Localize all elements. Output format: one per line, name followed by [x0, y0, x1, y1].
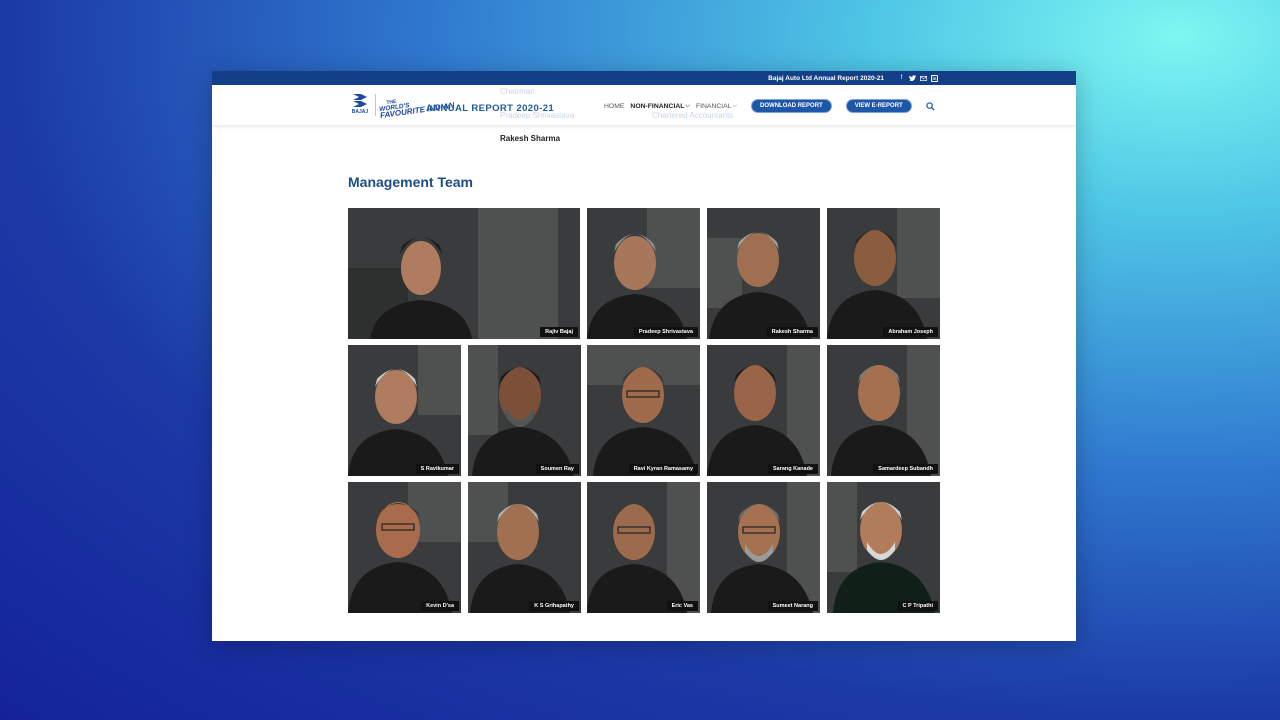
- team-member-name: Samardeep Subandh: [873, 464, 938, 474]
- team-member-card[interactable]: Eric Vas: [587, 482, 700, 613]
- faded-chairman-text: Chairman: [500, 87, 535, 96]
- team-member-name: C P Tripathi: [897, 601, 938, 611]
- chevron-down-icon: ⌵: [732, 102, 738, 109]
- portrait-image: [827, 230, 927, 339]
- team-member-name: Kevin D'sa: [421, 601, 459, 611]
- team-member-card[interactable]: K S Grihapathy: [468, 482, 581, 613]
- portrait-image: [472, 367, 574, 476]
- team-member-card[interactable]: Ravi Kyran Ramasamy: [587, 345, 700, 476]
- team-member-card[interactable]: Rakesh Sharma: [707, 208, 820, 339]
- nav-home[interactable]: HOME: [604, 103, 624, 110]
- search-icon[interactable]: [926, 101, 936, 111]
- team-member-name: Rajiv Bajaj: [540, 327, 578, 337]
- view-e-report-button[interactable]: VIEW E-REPORT: [845, 99, 912, 113]
- team-member-card[interactable]: Abraham Joseph: [827, 208, 940, 339]
- team-member-card[interactable]: Pradeep Shrivastava: [587, 208, 700, 339]
- team-member-name: S Ravikumar: [415, 464, 459, 474]
- team-member-card[interactable]: S Ravikumar: [348, 345, 461, 476]
- team-member-card[interactable]: C P Tripathi: [827, 482, 940, 613]
- download-report-button[interactable]: DOWNLOAD REPORT: [751, 99, 832, 113]
- nav-non-financial[interactable]: NON-FINANCIAL ⌵: [630, 103, 690, 110]
- portrait-image: [593, 367, 697, 476]
- logo-divider: [375, 94, 376, 116]
- portrait-image: [587, 234, 687, 339]
- portrait-image: [370, 237, 472, 339]
- portrait-image: [470, 504, 570, 613]
- bajaj-emblem-icon: BAJAJ: [348, 93, 372, 117]
- twitter-icon[interactable]: [909, 75, 916, 82]
- section-title: Management Team: [348, 174, 473, 190]
- team-member-name: Sumeet Narang: [767, 601, 818, 611]
- nav-financial-label: FINANCIAL: [695, 102, 732, 110]
- board-member-name: Rakesh Sharma: [500, 134, 561, 143]
- faded-pradeep-text: Pradeep Shrivastava: [500, 111, 575, 120]
- main-nav: HOME NON-FINANCIAL ⌵ FINANCIAL ⌵ DOWNLOA…: [604, 99, 936, 113]
- portrait-image: [709, 232, 811, 339]
- nav-financial[interactable]: FINANCIAL ⌵: [696, 103, 737, 110]
- team-member-card[interactable]: Samardeep Subandh: [827, 345, 940, 476]
- team-member-name: Soumen Ray: [535, 464, 579, 474]
- facebook-icon[interactable]: f: [898, 75, 905, 82]
- browser-window: Bajaj Auto Ltd Annual Report 2020-21 f i…: [212, 71, 1076, 641]
- team-member-card[interactable]: Sarang Kanade: [707, 345, 820, 476]
- team-member-name: Rakesh Sharma: [766, 327, 818, 337]
- portrait-image: [833, 502, 935, 613]
- mail-icon[interactable]: [920, 75, 927, 82]
- portrait-image: [348, 502, 452, 613]
- team-member-card[interactable]: Soumen Ray: [468, 345, 581, 476]
- annual-report-link[interactable]: Bajaj Auto Ltd Annual Report 2020-21: [768, 75, 884, 82]
- portrait-image: [831, 365, 931, 476]
- social-links: f in: [898, 74, 938, 82]
- team-member-name: Eric Vas: [666, 601, 698, 611]
- team-member-name: K S Grihapathy: [529, 601, 579, 611]
- portrait-image: [707, 365, 807, 476]
- team-member-card[interactable]: Sumeet Narang: [707, 482, 820, 613]
- team-member-card[interactable]: Rajiv Bajaj: [348, 208, 580, 339]
- chevron-down-icon: ⌵: [685, 102, 690, 109]
- team-member-name: Sarang Kanade: [767, 464, 818, 474]
- team-member-name: Abraham Joseph: [883, 327, 938, 337]
- team-grid: Rajiv Bajaj Pradeep Shrivastava Rakesh S…: [348, 208, 940, 614]
- portrait-image: [587, 504, 687, 613]
- portrait-image: [348, 369, 448, 476]
- portrait-image: [711, 504, 813, 613]
- team-member-card[interactable]: Kevin D'sa: [348, 482, 461, 613]
- nav-non-financial-label: NON-FINANCIAL: [630, 102, 685, 110]
- team-member-name: Ravi Kyran Ramasamy: [628, 464, 698, 474]
- team-member-name: Pradeep Shrivastava: [633, 327, 698, 337]
- site-header: BAJAJ THE WORLD'S FAVOURITE INDIAN ANNUA…: [212, 85, 1076, 125]
- brand-name: BAJAJ: [351, 109, 369, 115]
- top-bar: Bajaj Auto Ltd Annual Report 2020-21 f i…: [212, 71, 1076, 85]
- linkedin-icon[interactable]: in: [931, 74, 938, 82]
